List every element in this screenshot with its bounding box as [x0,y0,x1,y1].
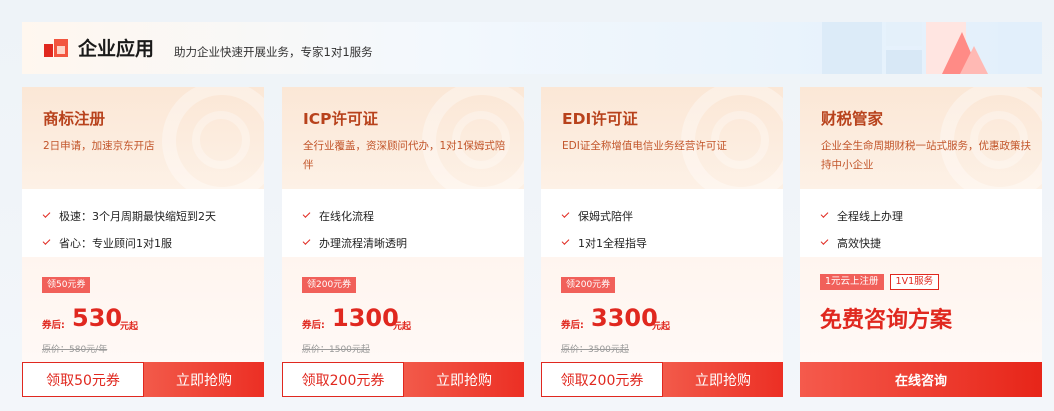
price-label: 券后: [302,320,325,331]
check-icon [820,210,829,218]
card-header: 财税管家 企业全生命周期财税一站式服务，优惠政策扶持中小企业 [800,87,1042,201]
feature-list: 极速：3个月周期最快缩短到2天 省心：专业顾问1对1服 [42,202,258,256]
feature-item: 全程线上办理 [820,202,1036,229]
enterprise-app-icon [44,39,68,57]
price-unit: 元起 [652,322,671,332]
price-unit: 元起 [120,322,139,332]
feature-text: 保姆式陪伴 [578,209,633,223]
product-card-icp: ICP许可证 全行业覆盖，资深顾问代办，1对1保姆式陪伴 在线化流程 办理流程清… [282,87,524,397]
price-area: 领200元券 券后: 1300 元起 原价：1500元起 [282,257,524,362]
price-value: 530 [72,304,123,332]
feature-item: 1对1全程指导 [561,229,777,256]
coupon-tag: 领200元券 [302,277,357,293]
card-header: 商标注册 2日申请，加速京东开店 [22,87,264,201]
feature-item: 省心：专业顾问1对1服 [42,229,258,256]
check-icon [42,210,51,218]
card-description: 全行业覆盖，资深顾问代办，1对1保姆式陪伴 [303,140,506,171]
coupon-tag: 领200元券 [561,277,616,293]
card-description: 企业全生命周期财税一站式服务，优惠政策扶持中小企业 [821,140,1031,171]
consult-headline: 免费咨询方案 [820,308,953,333]
price-value: 1300 [332,304,399,332]
check-icon [42,237,51,245]
price-area: 领200元券 券后: 3300 元起 原价：3500元起 [541,257,783,362]
feature-text: 办理流程清晰透明 [319,236,407,250]
get-coupon-button[interactable]: 领取200元券 [282,362,404,397]
buy-now-button[interactable]: 立即抢购 [144,362,264,397]
promo-area: 1元云上注册 1V1服务 免费咨询方案 [800,257,1042,362]
section-title: 企业应用 [78,38,155,60]
check-icon [302,210,311,218]
feature-item: 极速：3个月周期最快缩短到2天 [42,202,258,229]
check-icon [302,237,311,245]
feature-item: 在线化流程 [302,202,518,229]
product-card-edi: EDI许可证 EDI证全称增值电信业务经营许可证 保姆式陪伴 1对1全程指导 领… [541,87,783,397]
banner-decoration-graphic [822,22,1042,74]
original-price: 原价：1500元起 [302,345,370,355]
section-header: 企业应用 助力企业快速开展业务，专家1对1服务 [22,22,1042,74]
feature-text: 省心：专业顾问1对1服 [59,236,172,250]
promo-tag: 1元云上注册 [820,274,884,290]
card-title: 商标注册 [43,110,106,128]
feature-item: 保姆式陪伴 [561,202,777,229]
price-unit: 元起 [393,322,412,332]
card-title: EDI许可证 [562,110,638,128]
feature-list: 全程线上办理 高效快捷 [820,202,1036,256]
feature-item: 办理流程清晰透明 [302,229,518,256]
buy-now-button[interactable]: 立即抢购 [663,362,783,397]
card-header: EDI许可证 EDI证全称增值电信业务经营许可证 [541,87,783,201]
get-coupon-button[interactable]: 领取50元券 [22,362,144,397]
price-label: 券后: [561,320,584,331]
feature-text: 在线化流程 [319,209,374,223]
check-icon [561,210,570,218]
card-title: 财税管家 [821,110,884,128]
feature-item: 高效快捷 [820,229,1036,256]
coupon-tag: 领50元券 [42,277,91,293]
check-icon [820,237,829,245]
check-icon [561,237,570,245]
buy-now-button[interactable]: 立即抢购 [404,362,524,397]
product-card-tax: 财税管家 企业全生命周期财税一站式服务，优惠政策扶持中小企业 全程线上办理 高效… [800,87,1042,397]
card-title: ICP许可证 [303,110,379,128]
feature-text: 全程线上办理 [837,209,903,223]
feature-text: 极速：3个月周期最快缩短到2天 [59,209,216,223]
online-consult-button[interactable]: 在线咨询 [800,362,1042,397]
card-header: ICP许可证 全行业覆盖，资深顾问代办，1对1保姆式陪伴 [282,87,524,201]
original-price: 原价：580元/年 [42,345,108,355]
original-price: 原价：3500元起 [561,345,629,355]
feature-list: 保姆式陪伴 1对1全程指导 [561,202,777,256]
section-subtitle: 助力企业快速开展业务，专家1对1服务 [174,45,373,59]
price-value: 3300 [591,304,658,332]
card-description: 2日申请，加速京东开店 [43,140,155,152]
feature-list: 在线化流程 办理流程清晰透明 [302,202,518,256]
price-area: 领50元券 券后: 530 元起 原价：580元/年 [22,257,264,362]
feature-text: 高效快捷 [837,236,881,250]
tag-group: 1元云上注册 1V1服务 [820,274,940,290]
product-card-trademark: 商标注册 2日申请，加速京东开店 极速：3个月周期最快缩短到2天 省心：专业顾问… [22,87,264,397]
service-tag: 1V1服务 [889,274,940,290]
price-label: 券后: [42,320,65,331]
get-coupon-button[interactable]: 领取200元券 [541,362,663,397]
card-description: EDI证全称增值电信业务经营许可证 [562,140,727,152]
feature-text: 1对1全程指导 [578,236,647,250]
